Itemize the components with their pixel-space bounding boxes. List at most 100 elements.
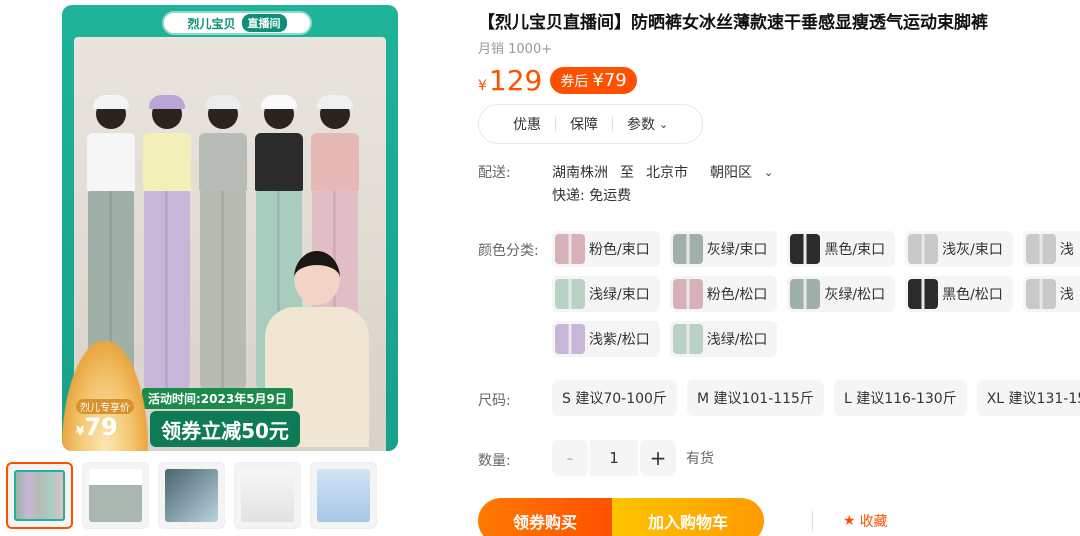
color-option-label: 浅 [1059,287,1074,303]
exclusive-label: 烈儿专享价 [76,399,134,414]
tab-guarantee-label: 保障 [570,117,598,133]
buy-button-group: 领券购买 加入购物车 [478,498,764,536]
color-option-label: 黑色/束口 [824,242,886,258]
shipping-label: 配送: [478,165,511,181]
color-options: 粉色/束口 灰绿/束口 黑色/束口 浅灰/束口浅浅绿/束口 粉色/松口 灰绿/松口 黑色/松… [552,231,1080,366]
size-label: 尺码: [478,393,511,409]
shipping-route[interactable]: 湖南株洲 至 北京市 朝阳区 ⌄ [552,162,773,182]
shipping-city: 北京市 [646,165,688,181]
size-option[interactable]: M 建议101-115斤 [686,380,824,416]
quantity-minus-button[interactable]: - [552,440,588,476]
price-row: ¥129 券后 ¥79 [478,64,637,97]
main-product-image[interactable]: 烈儿宝贝 直播间 活动时间:2023年5月9日 领券立减50元 烈儿专享价 ¥7… [62,5,398,451]
chevron-down-icon: ⌄ [659,117,669,131]
color-option[interactable]: 浅紫/松口 [552,321,660,357]
color-option-label: 灰绿/松口 [824,287,886,303]
info-tabs: 优惠 保障 参数 ⌄ [478,104,704,144]
size-option[interactable]: L 建议116-130斤 [833,380,967,416]
color-label: 颜色分类: [478,243,539,259]
action-bar: 领券购买 加入购物车 ★ 收藏 [478,498,888,536]
color-swatch [555,324,585,354]
color-option-label: 粉色/松口 [706,287,768,303]
color-swatch [555,279,585,309]
original-price: ¥129 [478,64,542,97]
brand-banner: 烈儿宝贝 直播间 [162,11,312,35]
flame-price-badge: 烈儿专享价 ¥79 [62,341,148,451]
promo-time-badge: 活动时间:2023年5月9日 [142,388,293,409]
color-swatch [555,234,585,264]
quantity-input[interactable]: 1 [590,440,638,476]
color-option[interactable]: 浅 [1022,231,1080,267]
price-value: 129 [488,64,543,97]
color-option-label: 灰绿/束口 [706,242,768,258]
chevron-down-icon: ⌄ [764,165,774,179]
action-divider [812,511,813,531]
coupon-price-label: 券后 [560,73,589,90]
color-option-row: 粉色/束口 灰绿/束口 黑色/束口 浅灰/束口 浅 [552,231,1080,267]
color-option-label: 黑色/松口 [942,287,1003,303]
color-swatch [790,279,821,309]
add-to-cart-button[interactable]: 加入购物车 [612,498,764,536]
currency-symbol: ¥ [478,78,487,94]
color-option[interactable]: 粉色/松口 [669,276,778,312]
color-swatch [908,279,939,309]
color-swatch [1025,279,1056,309]
color-option[interactable]: 浅绿/松口 [669,321,778,357]
color-option[interactable]: 灰绿/束口 [669,231,778,267]
quantity-stepper: - 1 + 有货 [552,440,714,476]
color-swatch [672,324,703,354]
shipping-district: 朝阳区 [710,165,752,181]
color-option-label: 浅绿/束口 [589,287,650,303]
color-option-label: 浅紫/松口 [589,332,650,348]
color-option[interactable]: 粉色/束口 [552,231,660,267]
color-option[interactable]: 黑色/束口 [787,231,896,267]
size-option[interactable]: S 建议70-100斤 [552,380,677,416]
color-swatch [672,279,703,309]
favorite-button[interactable]: ★ 收藏 [812,511,888,531]
color-option-row: 浅绿/束口 粉色/松口 灰绿/松口 黑色/松口 浅 [552,276,1080,312]
quantity-plus-button[interactable]: + [640,440,676,476]
color-option[interactable]: 浅 [1022,276,1080,312]
shipping-to-word: 至 [620,165,634,181]
color-option-label: 粉色/束口 [589,242,650,258]
quantity-label: 数量: [478,453,511,469]
express-info: 快递: 免运费 [552,188,632,204]
favorite-label: 收藏 [859,514,888,530]
color-swatch [672,234,703,264]
thumbnail-4[interactable] [234,462,301,529]
color-option-label: 浅灰/束口 [942,242,1003,258]
monthly-sales: 月销 1000+ [478,42,553,57]
color-option[interactable]: 浅绿/束口 [552,276,660,312]
color-option[interactable]: 灰绿/松口 [787,276,896,312]
size-option[interactable]: XL 建议131-150斤 [976,380,1080,416]
exclusive-price-value: 79 [84,413,118,441]
thumbnail-2[interactable] [82,462,149,529]
tab-guarantee[interactable]: 保障 [556,114,612,134]
tab-promo-label: 优惠 [513,117,541,133]
coupon-price-value: ¥79 [592,70,627,91]
tab-promo[interactable]: 优惠 [499,114,555,134]
live-badge: 直播间 [241,14,287,32]
stock-status: 有货 [686,451,714,467]
thumbnail-3[interactable] [158,462,225,529]
model-figure [196,95,250,391]
shipping-from: 湖南株洲 [552,165,608,181]
color-swatch [908,234,939,264]
color-option-row: 浅紫/松口 浅绿/松口 [552,321,1080,357]
color-option-label: 浅 [1059,242,1074,258]
size-options: S 建议70-100斤 M 建议101-115斤 L 建议116-130斤 XL 建议… [552,380,1080,416]
color-swatch [790,234,821,264]
color-option-label: 浅绿/松口 [706,332,768,348]
tab-params[interactable]: 参数 ⌄ [613,114,682,134]
coupon-price-badge: 券后 ¥79 [550,67,637,94]
thumbnail-5[interactable] [310,462,377,529]
thumbnail-strip [6,462,377,529]
color-option[interactable]: 浅灰/束口 [905,231,1013,267]
exclusive-price: ¥79 [76,413,118,441]
tab-params-label: 参数 [627,117,655,133]
coupon-buy-button[interactable]: 领券购买 [478,498,612,536]
color-option[interactable]: 黑色/松口 [905,276,1013,312]
brand-name: 烈儿宝贝 [187,16,236,31]
color-swatch [1025,234,1056,264]
thumbnail-1[interactable] [6,462,73,529]
